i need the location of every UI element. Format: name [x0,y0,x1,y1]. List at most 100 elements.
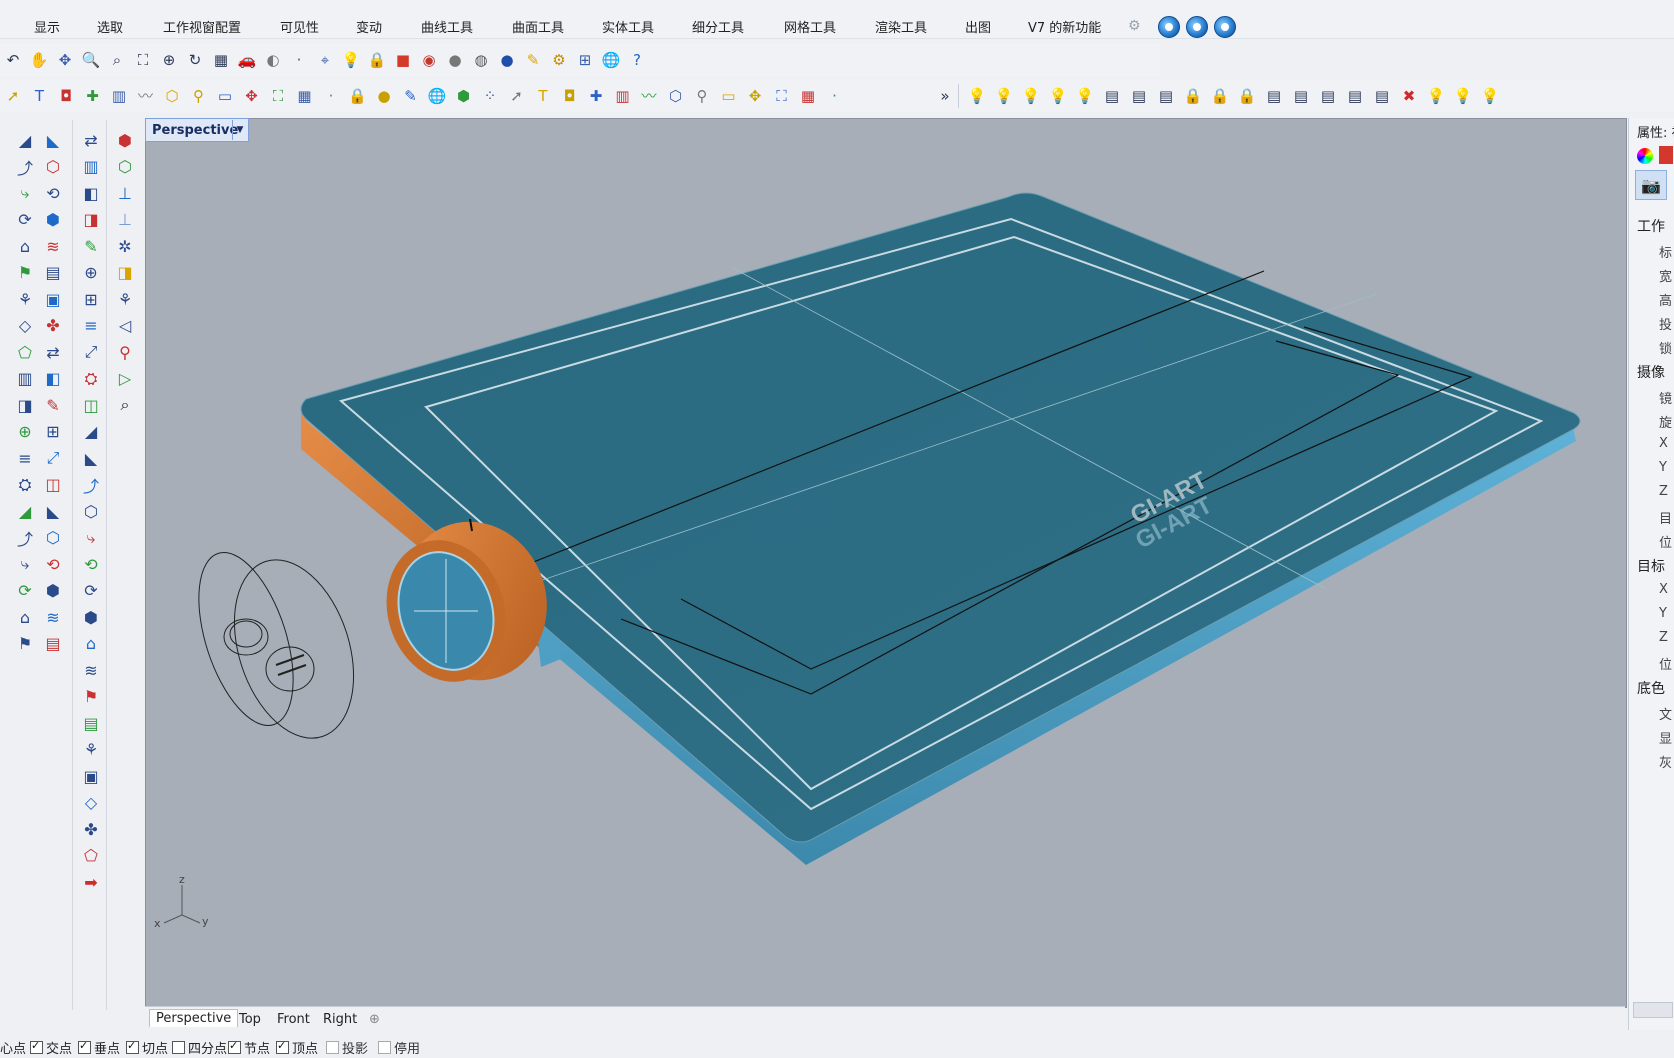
car-icon[interactable]: 🚗 [236,49,258,71]
transform-tool-icon[interactable]: ≡ [78,314,104,338]
transform-tool-icon[interactable]: ▤ [78,711,104,735]
surface-tool-icon[interactable]: ⤷ [12,181,38,205]
transform-tool-icon[interactable]: ⚘ [78,738,104,762]
transform-tool-icon[interactable]: ⇄ [78,128,104,152]
point-icon[interactable]: · [288,49,310,71]
menu-select[interactable]: 选取 [97,17,123,36]
cloud-icon[interactable]: 〰 [135,85,157,107]
surface-tool-icon[interactable]: ⬡ [40,155,66,179]
cube-icon[interactable]: ⬡ [665,85,687,107]
surface-tool-icon[interactable]: ⚑ [12,261,38,285]
move-icon[interactable]: 🌐 [426,85,448,107]
four-viewports-icon[interactable]: ▦ [210,49,232,71]
zoom-icon[interactable]: 🔍 [80,49,102,71]
transform-tool-icon[interactable]: ⤢ [78,340,104,364]
transform-tool-icon[interactable]: ◨ [78,208,104,232]
bulb5-icon[interactable]: 💡 [1074,85,1096,107]
chevron-down-icon[interactable]: ▼ [232,120,247,140]
spiral-icon[interactable]: T [532,85,554,107]
panel-scrollbar[interactable] [1633,1002,1673,1018]
surface-tool-icon[interactable]: ≋ [40,605,66,629]
render-preview-icon[interactable] [1214,16,1236,38]
box-icon[interactable]: T [29,85,51,107]
tab-right[interactable]: Right [317,1011,363,1028]
lock-icon[interactable]: 🔒 [366,49,388,71]
osnap-0[interactable]: 心点 [0,1038,26,1057]
surface-tool-icon[interactable]: ▥ [12,367,38,391]
magnifier-icon[interactable]: ✥ [744,85,766,107]
solid-tool-icon[interactable]: ⚘ [112,287,138,311]
gear-icon[interactable]: ⚙ [1128,18,1141,34]
osnap-checkbox[interactable] [276,1039,289,1054]
surface-tool-icon[interactable]: ⬢ [40,579,66,603]
tab-front[interactable]: Front [271,1011,316,1028]
zoom-extents-icon[interactable]: ⛶ [132,49,154,71]
rotate-view-icon[interactable]: ✥ [54,49,76,71]
transform-tool-icon[interactable]: ◇ [78,791,104,815]
isolate-icon[interactable]: ▤ [1371,85,1393,107]
solid-tool-icon[interactable]: ▷ [112,367,138,391]
surface-tool-icon[interactable]: ⬠ [12,340,38,364]
bulb3-icon[interactable]: 💡 [1020,85,1042,107]
transform-tool-icon[interactable]: ⚑ [78,685,104,709]
transform-tool-icon[interactable]: ⤷ [78,526,104,550]
transform-tool-icon[interactable]: ≋ [78,658,104,682]
highlighter-icon[interactable]: ✎ [522,49,544,71]
pan-hand-icon[interactable]: ✋ [28,49,50,71]
menu-display[interactable]: 显示 [34,17,60,36]
osnap-8[interactable]: 停用 [378,1038,420,1057]
osnap-checkbox[interactable] [30,1039,43,1054]
zoom-selected-icon[interactable]: ⊕ [158,49,180,71]
surface-tool-icon[interactable]: ⤢ [40,446,66,470]
transform-tool-icon[interactable]: ⊕ [78,261,104,285]
tab-perspective[interactable]: Perspective [149,1009,239,1027]
sphere-wire-icon[interactable]: 〰 [638,85,660,107]
osnap-checkbox[interactable] [78,1039,91,1054]
transform-tool-icon[interactable]: ⟲ [78,552,104,576]
transform-tool-icon[interactable]: ▣ [78,764,104,788]
osnap-3[interactable]: 切点 [126,1038,168,1057]
perspective-viewport[interactable]: GI-ART GI-ART z y x [145,118,1627,1008]
render-icon[interactable] [1158,16,1180,38]
color-wheel-icon[interactable] [1637,148,1653,164]
light-icon[interactable]: 💡 [340,49,362,71]
transform-tool-icon[interactable]: ◫ [78,393,104,417]
zoom-window-icon[interactable]: ⌕ [106,49,128,71]
material-icon[interactable] [1659,146,1673,164]
layer-page2-icon[interactable]: ▤ [1128,85,1150,107]
transform-tool-icon[interactable]: ⌂ [78,632,104,656]
surface-tool-icon[interactable]: ▣ [40,287,66,311]
bulb-icon[interactable]: 💡 [966,85,988,107]
curve-icon[interactable]: ✚ [585,85,607,107]
surface-tool-icon[interactable]: ⬢ [40,208,66,232]
plane-icon[interactable]: ⬢ [453,85,475,107]
solid-tool-icon[interactable]: ◨ [112,261,138,285]
bulb-off-icon[interactable]: 💡 [1479,85,1501,107]
surface-tool-icon[interactable]: ⟳ [12,579,38,603]
shade-icon[interactable]: ◐ [262,49,284,71]
menu-layout[interactable]: 出图 [965,17,991,36]
surface-tool-icon[interactable]: ⤴ [12,155,38,179]
3d-text-icon[interactable]: ➚ [2,85,24,107]
surface-tool-icon[interactable]: ≡ [12,446,38,470]
surface-tool-icon[interactable]: ◧ [40,367,66,391]
sphere-black-icon[interactable]: ● [373,85,395,107]
colors-icon[interactable]: ◘ [55,85,77,107]
menu-subd-tools[interactable]: 细分工具 [692,17,744,36]
osnap-checkbox[interactable] [172,1041,185,1054]
text-icon[interactable]: ⛶ [267,85,289,107]
layout-icon[interactable]: ⁘ [479,85,501,107]
viewport-title[interactable]: Perspective ▼ [145,118,249,142]
osnap-checkbox[interactable] [378,1041,391,1054]
cplane-icon[interactable]: ⌖ [314,49,336,71]
select-grid-icon[interactable]: ▤ [1344,85,1366,107]
layer-swap2-icon[interactable]: ▤ [1290,85,1312,107]
bulb2-icon[interactable]: 💡 [993,85,1015,107]
more-tools-icon[interactable]: » [934,85,956,107]
surface-tool-icon[interactable]: ◫ [40,473,66,497]
osnap-2[interactable]: 垂点 [78,1038,120,1057]
scene-canvas[interactable]: GI-ART GI-ART z y x [146,119,1626,1007]
osnap-checkbox[interactable] [126,1039,139,1054]
solid-tool-icon[interactable]: ⊥ [112,181,138,205]
menu-surface-tools[interactable]: 曲面工具 [512,17,564,36]
